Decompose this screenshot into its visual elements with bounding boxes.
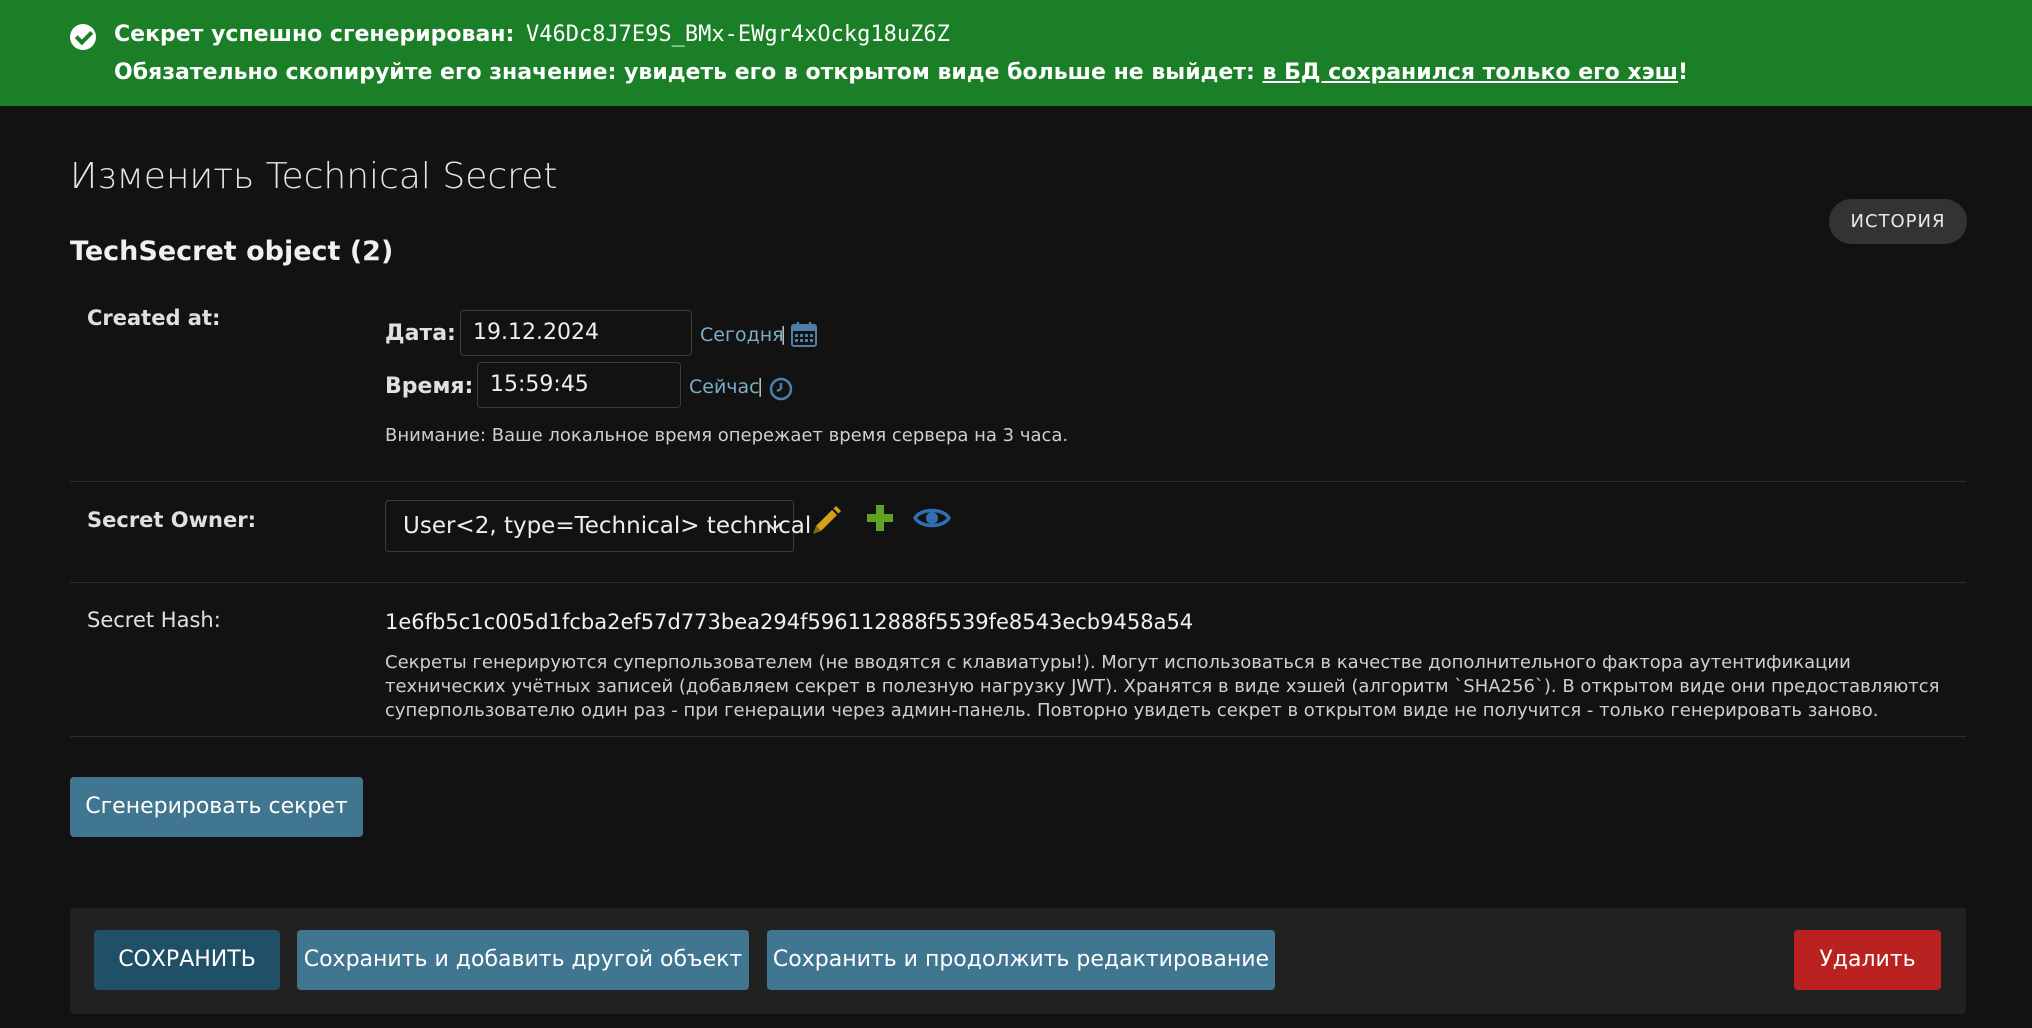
plus-icon[interactable] bbox=[865, 503, 895, 533]
now-link[interactable]: Сейчас bbox=[689, 376, 760, 398]
created-at-label: Created at: bbox=[87, 306, 221, 330]
today-link[interactable]: Сегодня bbox=[700, 324, 784, 346]
secret-hash-help: Секреты генерируются суперпользователем … bbox=[385, 652, 1940, 721]
page-title: Изменить Technical Secret bbox=[70, 156, 558, 197]
time-input[interactable]: 15:59:45 bbox=[477, 362, 681, 408]
secret-owner-select[interactable]: User<2, type=Technical> technical bbox=[385, 500, 811, 552]
hash-only-link[interactable]: в БД сохранился только его хэш bbox=[1263, 60, 1678, 85]
calendar-icon[interactable] bbox=[790, 320, 818, 348]
timezone-warning: Внимание: Ваше локальное время опережает… bbox=[385, 425, 1069, 446]
success-check-icon bbox=[70, 24, 96, 50]
secret-owner-label: Secret Owner: bbox=[87, 508, 256, 532]
row-divider bbox=[70, 736, 1966, 737]
success-message: Секрет успешно сгенерирован: V46Dc8J7E9S… bbox=[0, 0, 2032, 106]
success-line-1: Секрет успешно сгенерирован: V46Dc8J7E9S… bbox=[114, 22, 950, 47]
now-separator: | bbox=[757, 375, 764, 397]
success-line-2: Обязательно скопируйте его значение: уви… bbox=[114, 60, 1688, 85]
success-label: Секрет успешно сгенерирован: bbox=[114, 22, 515, 47]
save-and-add-another-button[interactable]: Сохранить и добавить другой объект bbox=[297, 930, 749, 990]
secret-hash-value: 1e6fb5c1c005d1fcba2ef57d773bea294f596112… bbox=[385, 610, 1194, 634]
save-button[interactable]: СОХРАНИТЬ bbox=[94, 930, 280, 990]
secret-owner-selected-value: User<2, type=Technical> technical bbox=[403, 513, 812, 539]
date-input[interactable]: 19.12.2024 bbox=[460, 310, 692, 356]
save-and-continue-button[interactable]: Сохранить и продолжить редактирование bbox=[767, 930, 1275, 990]
row-divider bbox=[70, 481, 1966, 482]
secret-hash-label: Secret Hash: bbox=[87, 608, 221, 632]
generated-secret-value[interactable]: V46Dc8J7E9S_BMx-EWgr4xOckg18uZ6Z bbox=[526, 22, 950, 47]
pencil-icon[interactable] bbox=[810, 502, 844, 536]
generate-secret-button[interactable]: Сгенерировать секрет bbox=[70, 777, 363, 837]
row-divider bbox=[70, 582, 1966, 583]
history-button[interactable]: ИСТОРИЯ bbox=[1829, 199, 1967, 244]
eye-icon[interactable] bbox=[913, 504, 951, 532]
object-title: TechSecret object (2) bbox=[70, 236, 394, 267]
time-label: Время: bbox=[385, 374, 474, 399]
clock-icon[interactable] bbox=[768, 376, 794, 402]
delete-button[interactable]: Удалить bbox=[1794, 930, 1941, 990]
success-warning-text: Обязательно скопируйте его значение: уви… bbox=[114, 60, 1263, 85]
success-warning-end: ! bbox=[1678, 60, 1689, 85]
date-label: Дата: bbox=[385, 321, 456, 346]
today-separator: | bbox=[780, 323, 787, 345]
